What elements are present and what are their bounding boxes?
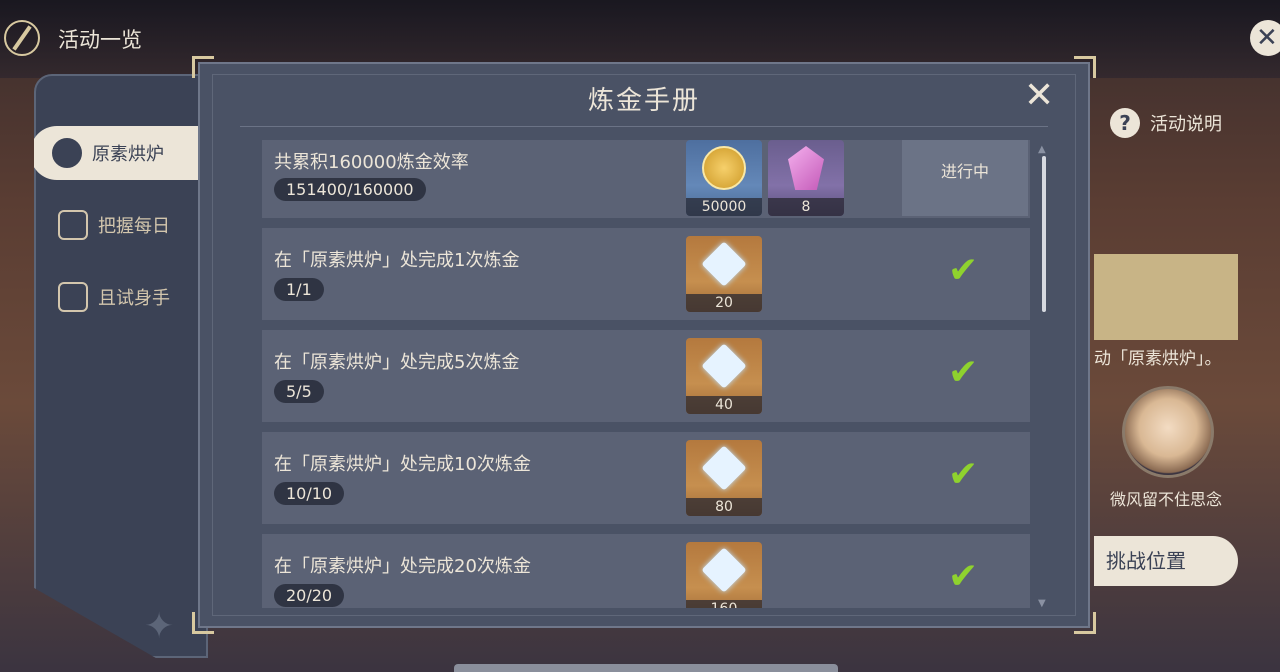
corner-ornament — [1074, 612, 1096, 634]
task-list[interactable]: 共累积160000炼金效率 151400/160000 50000 8 进行中 … — [262, 140, 1030, 608]
reward-quantity: 50000 — [686, 198, 762, 216]
task-progress: 151400/160000 — [274, 178, 426, 201]
sidebar-item-daily[interactable]: 把握每日 — [36, 198, 204, 252]
task-row: 共累积160000炼金效率 151400/160000 50000 8 进行中 — [262, 140, 1030, 218]
close-icon[interactable]: ✕ — [1250, 20, 1280, 56]
calendar-icon — [58, 210, 88, 240]
reward-quantity: 20 — [686, 294, 762, 312]
task-row: 在「原素烘炉」处完成1次炼金 1/1 20 ✔ — [262, 228, 1030, 320]
sidebar-item-furnace[interactable]: 原素烘炉 — [34, 126, 200, 180]
scrollbar[interactable] — [1042, 156, 1046, 312]
reward-item[interactable]: 8 — [768, 140, 844, 216]
event-banner — [1094, 254, 1238, 340]
reward-item[interactable]: 50000 — [686, 140, 762, 216]
task-description: 在「原素烘炉」处完成1次炼金 — [274, 250, 520, 271]
checkmark-icon: ✔ — [948, 556, 979, 597]
page-title: 活动一览 — [58, 28, 142, 52]
task-progress: 10/10 — [274, 482, 345, 505]
task-row: 在「原素烘炉」处完成5次炼金 5/5 40 ✔ — [262, 330, 1030, 422]
task-progress: 5/5 — [274, 380, 324, 403]
reward-item[interactable]: 40 — [686, 338, 762, 414]
sidebar-item-trial[interactable]: 且试身手 — [36, 270, 204, 324]
question-icon: ? — [1110, 108, 1140, 138]
primogem-icon — [701, 241, 747, 287]
task-progress: 20/20 — [274, 584, 345, 607]
sidebar-item-label: 且试身手 — [98, 288, 170, 309]
event-text: 动「原素烘炉」。 — [1094, 349, 1222, 369]
divider — [240, 126, 1048, 127]
sidebar-item-label: 把握每日 — [98, 216, 170, 237]
scroll-down-icon[interactable]: ▼ — [1038, 598, 1046, 609]
primogem-icon — [701, 343, 747, 389]
sidebar: 原素烘炉 把握每日 且试身手 ✦ — [34, 74, 208, 658]
scroll-up-icon[interactable]: ▲ — [1038, 144, 1046, 155]
challenge-button[interactable]: 挑战位置 — [1094, 536, 1238, 586]
star-decoration-icon: ✦ — [144, 606, 175, 647]
status-badge: 进行中 — [902, 140, 1028, 216]
modal-title: 炼金手册 — [587, 86, 700, 116]
reward-quantity: 80 — [686, 498, 762, 516]
furnace-icon — [52, 138, 82, 168]
primogem-icon — [701, 547, 747, 593]
task-row: 在「原素烘炉」处完成10次炼金 10/10 80 ✔ — [262, 432, 1030, 524]
reward-quantity: 40 — [686, 396, 762, 414]
cards-icon — [58, 282, 88, 312]
task-row: 在「原素烘炉」处完成20次炼金 20/20 160 ✔ — [262, 534, 1030, 608]
reward-quantity: 160 — [686, 600, 762, 608]
bottom-handle — [454, 664, 838, 672]
task-progress: 1/1 — [274, 278, 324, 301]
reward-quantity: 8 — [768, 198, 844, 216]
alchemy-handbook-modal: 炼金手册 ✕ 共累积160000炼金效率 151400/160000 50000… — [192, 56, 1096, 634]
task-description: 在「原素烘炉」处完成5次炼金 — [274, 352, 520, 373]
task-description: 在「原素烘炉」处完成10次炼金 — [274, 454, 531, 475]
task-description: 共累积160000炼金效率 — [274, 152, 469, 173]
primogem-icon — [701, 445, 747, 491]
character-name: 微风留不住思念 — [1110, 490, 1223, 509]
checkmark-icon: ✔ — [948, 352, 979, 393]
mora-coin-icon — [702, 146, 746, 190]
corner-ornament — [1074, 56, 1096, 78]
reward-item[interactable]: 20 — [686, 236, 762, 312]
task-description: 在「原素烘炉」处完成20次炼金 — [274, 556, 531, 577]
reward-item[interactable]: 160 — [686, 542, 762, 608]
help-label: 活动说明 — [1150, 114, 1222, 135]
help-button[interactable]: ? 活动说明 — [1110, 108, 1222, 138]
sidebar-item-label: 原素烘炉 — [92, 144, 164, 165]
reward-item[interactable]: 80 — [686, 440, 762, 516]
character-avatar[interactable] — [1122, 386, 1214, 478]
close-icon[interactable]: ✕ — [1024, 78, 1054, 114]
checkmark-icon: ✔ — [948, 454, 979, 495]
corner-ornament — [192, 612, 214, 634]
corner-ornament — [192, 56, 214, 78]
crystal-ore-icon — [788, 146, 824, 190]
checkmark-icon: ✔ — [948, 250, 979, 291]
compass-icon — [4, 20, 40, 56]
